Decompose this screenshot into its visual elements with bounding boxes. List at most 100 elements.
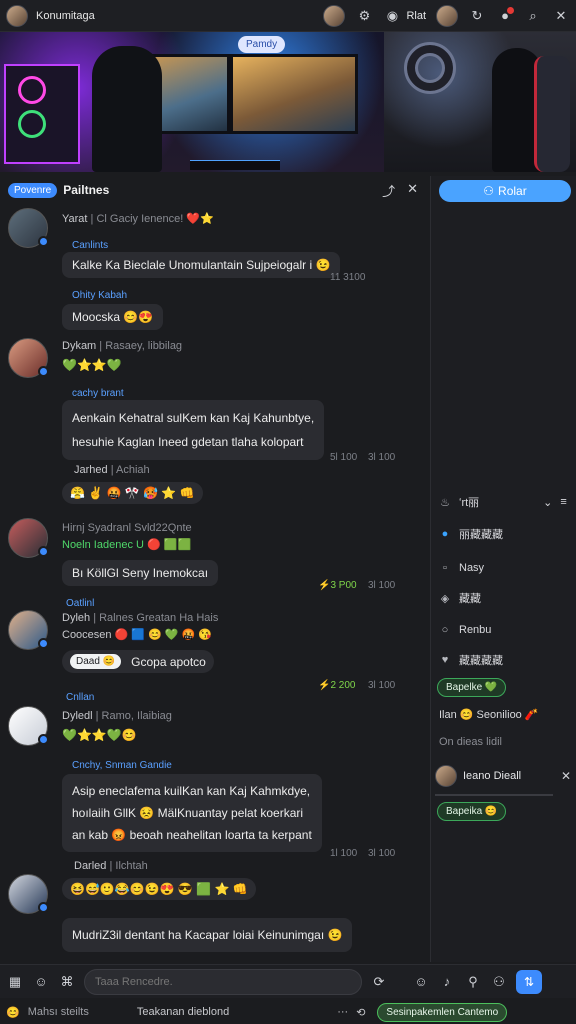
emoji-icon[interactable]: ☺ (32, 973, 50, 991)
top-right-controls: ⚙ ◉ Rlat ↻ ● ⌕ ✕ (323, 4, 570, 27)
reaction-row[interactable]: 💚⭐⭐💚 (62, 354, 130, 376)
chevron-down-icon[interactable]: ⌄ (543, 496, 552, 509)
sidebar-item[interactable]: ▫ Nasy (439, 562, 484, 574)
user-mini-chip[interactable]: ◉ Rlat (383, 7, 426, 25)
bubble-line: Aenkain Kehatral sulKem kan Kaj Kahunbty… (72, 411, 315, 425)
message-meta: Darled | Ilchtah (74, 860, 148, 872)
profile-card[interactable]: Ieano Dieall ✕ (435, 762, 575, 790)
pc-case-graphic (4, 64, 80, 164)
refresh-icon[interactable]: ↻ (468, 7, 486, 25)
people-icon[interactable]: ⚇ (490, 973, 508, 991)
message-input[interactable] (84, 968, 362, 995)
message-timestamp: 1l 100 (330, 848, 358, 859)
sidebar-section-title: ʻrt丽 (459, 497, 480, 509)
message-meta: Dyleh | Ralnes Greatan Ha Hais (62, 612, 219, 624)
verified-badge-icon (38, 638, 49, 649)
message-bubble: Daad 😊 Gcopa apotco (62, 650, 214, 673)
chat-header-actions: ⤴ ✕ (382, 181, 418, 200)
wall-art-graphic (404, 42, 456, 94)
user-short-name: Rlat (406, 9, 426, 22)
status-pill[interactable]: Bapelke 💚 (437, 678, 507, 697)
logo-icon[interactable]: ⚙ (355, 7, 373, 25)
close-profile-icon[interactable]: ✕ (561, 769, 571, 783)
circle-badge-icon: ◉ (386, 7, 399, 23)
verified-badge-icon (38, 734, 49, 745)
sidebar-item[interactable]: ◈ 藏藏 (439, 590, 481, 606)
top-bar: Konumitaga ⚙ ◉ Rlat ↻ ● ⌕ ✕ (0, 0, 576, 32)
message-bubble: Aenkain Kehatral sulKem kan Kaj Kahunbty… (62, 400, 325, 460)
bubble-line: an kab 😡 beoah neahelitan loarta ta kerp… (72, 828, 312, 842)
channel-tag[interactable]: Povenre (8, 182, 58, 198)
sidebar-section-header[interactable]: ♨ ʻrt丽 ⌄ ≡ (439, 494, 567, 510)
gaming-chair-graphic (534, 56, 570, 172)
reaction-row[interactable]: 😤 ✌️ 🤬 🎌 🥵 ⭐ 👊 (62, 482, 203, 504)
reaction-row[interactable]: 💚⭐⭐💚😊 (62, 724, 145, 746)
message-timestamp: 11 3100 (330, 272, 366, 283)
status-left-text: Mahsı steilts (27, 1006, 89, 1018)
friend-avatar[interactable] (436, 4, 458, 27)
hero-pill[interactable]: Pamdy (238, 36, 286, 53)
sidebar-item-label: Nasy (459, 562, 485, 574)
inline-tag[interactable]: Daad 😊 (70, 654, 122, 669)
status-pill[interactable]: Sesinpakemlen Cantemo (377, 1002, 508, 1022)
reaction-row[interactable]: Coocesen 🔴 🟦 😊 💚 🤬 😘 (62, 628, 212, 641)
profile-avatar[interactable] (435, 765, 457, 787)
message-bubble: Moocska 😊😍 (62, 304, 164, 330)
message-username[interactable]: Cnchy, Snman Gandie (72, 760, 172, 771)
sidebar-emoji-row: Ilan 😊 Seonilioo 🧨 (439, 709, 539, 721)
message-username[interactable]: Oatlinl (66, 598, 94, 609)
bubble-text: Gcopa apotco (131, 654, 206, 669)
status-bar: 😊 Mahsı steilts Teakanan dieblond ··· ⟲ … (0, 1000, 576, 1024)
user-avatar[interactable] (323, 4, 346, 27)
highlight-line[interactable]: Noeln Iadenec U 🔴 🟩🟩 (62, 538, 191, 551)
message-username[interactable]: Cnllan (66, 692, 94, 703)
sidebar-item-label: 藏藏藏藏 (459, 655, 503, 667)
bubble-line: hesuhie Kaglan Ineed gdetan tlaha kolopa… (72, 435, 304, 449)
sidebar-item[interactable]: ♥ 藏藏藏藏 (439, 652, 503, 668)
pin-icon[interactable]: ⤴ (382, 181, 395, 200)
message-timestamp: 3l 100 (368, 848, 396, 859)
right-sidebar: ⚇ Rolar ♨ ʻrt丽 ⌄ ≡ ● 丽藏藏藏 ▫ Nasy ◈ 藏藏 ○ … (430, 176, 576, 962)
circle-icon: ○ (441, 624, 449, 636)
message-username[interactable]: Ohity Kabah (72, 290, 127, 301)
smile-status-icon: 😊 (6, 1006, 20, 1019)
refresh-status-icon[interactable]: ⟲ (356, 1006, 365, 1019)
notification-icon[interactable]: ● (496, 6, 514, 25)
sidebar-item[interactable]: ● 丽藏藏藏 (439, 526, 503, 542)
info-icon: ● (441, 528, 449, 540)
search-icon[interactable]: ⌕ (524, 7, 542, 25)
menu-icon[interactable]: ≡ (560, 496, 566, 508)
message-timestamp: ⚡2 200 (318, 680, 356, 691)
grid-icon[interactable]: ▦ (6, 973, 24, 991)
message-bubble: MudriZ3il dentant ha Kacapar loiai Keinu… (62, 918, 353, 952)
close-chat-icon[interactable]: ✕ (407, 181, 418, 200)
app-avatar[interactable] (6, 4, 28, 27)
send-button[interactable]: ⇅ (516, 969, 542, 994)
fire-icon: ♨ (440, 496, 450, 509)
user-icon: ⚇ (483, 184, 495, 198)
message-username[interactable]: Canlints (72, 240, 108, 251)
verified-badge-icon (38, 366, 49, 377)
message-meta: Jarhed | Achiah (74, 464, 150, 476)
sidebar-item-label: 丽藏藏藏 (459, 529, 503, 541)
sidebar-dim-row: On dieas lidil (439, 736, 502, 748)
location-icon[interactable]: ⚲ (464, 973, 482, 991)
chat-feed[interactable]: Yarat | Cl Gaciy Ienence! ❤️⭐ Canlints K… (0, 206, 426, 962)
bell-icon[interactable]: ♪ (438, 973, 456, 991)
gamepad-icon[interactable]: ⌘ (58, 973, 76, 991)
status-center-text[interactable]: Teakanan dieblond (137, 1006, 229, 1018)
status-pill[interactable]: Bapeika 😊 (437, 802, 507, 821)
message-username[interactable]: cachy brant (72, 388, 124, 399)
chat-header: Povenre Pailtnes ⤴ ✕ (0, 176, 426, 204)
roles-button-label: Rolar (498, 184, 527, 198)
sidebar-item[interactable]: ○ Renbu (439, 624, 492, 636)
message-timestamp: 5l 100 (330, 452, 358, 463)
attach-icon[interactable]: ⟳ (370, 973, 388, 991)
close-icon[interactable]: ✕ (552, 7, 570, 25)
more-icon[interactable]: ··· (337, 1006, 348, 1018)
smile-icon[interactable]: ☺ (412, 973, 430, 991)
square-icon: ▫ (443, 562, 447, 574)
roles-button[interactable]: ⚇ Rolar (439, 180, 571, 202)
reaction-row[interactable]: 😆😅🙂😂😊😉😍 😎 🟩 ⭐ 👊 (62, 878, 256, 900)
message-meta: Dykam | Rasaey, libbilag (62, 340, 183, 352)
